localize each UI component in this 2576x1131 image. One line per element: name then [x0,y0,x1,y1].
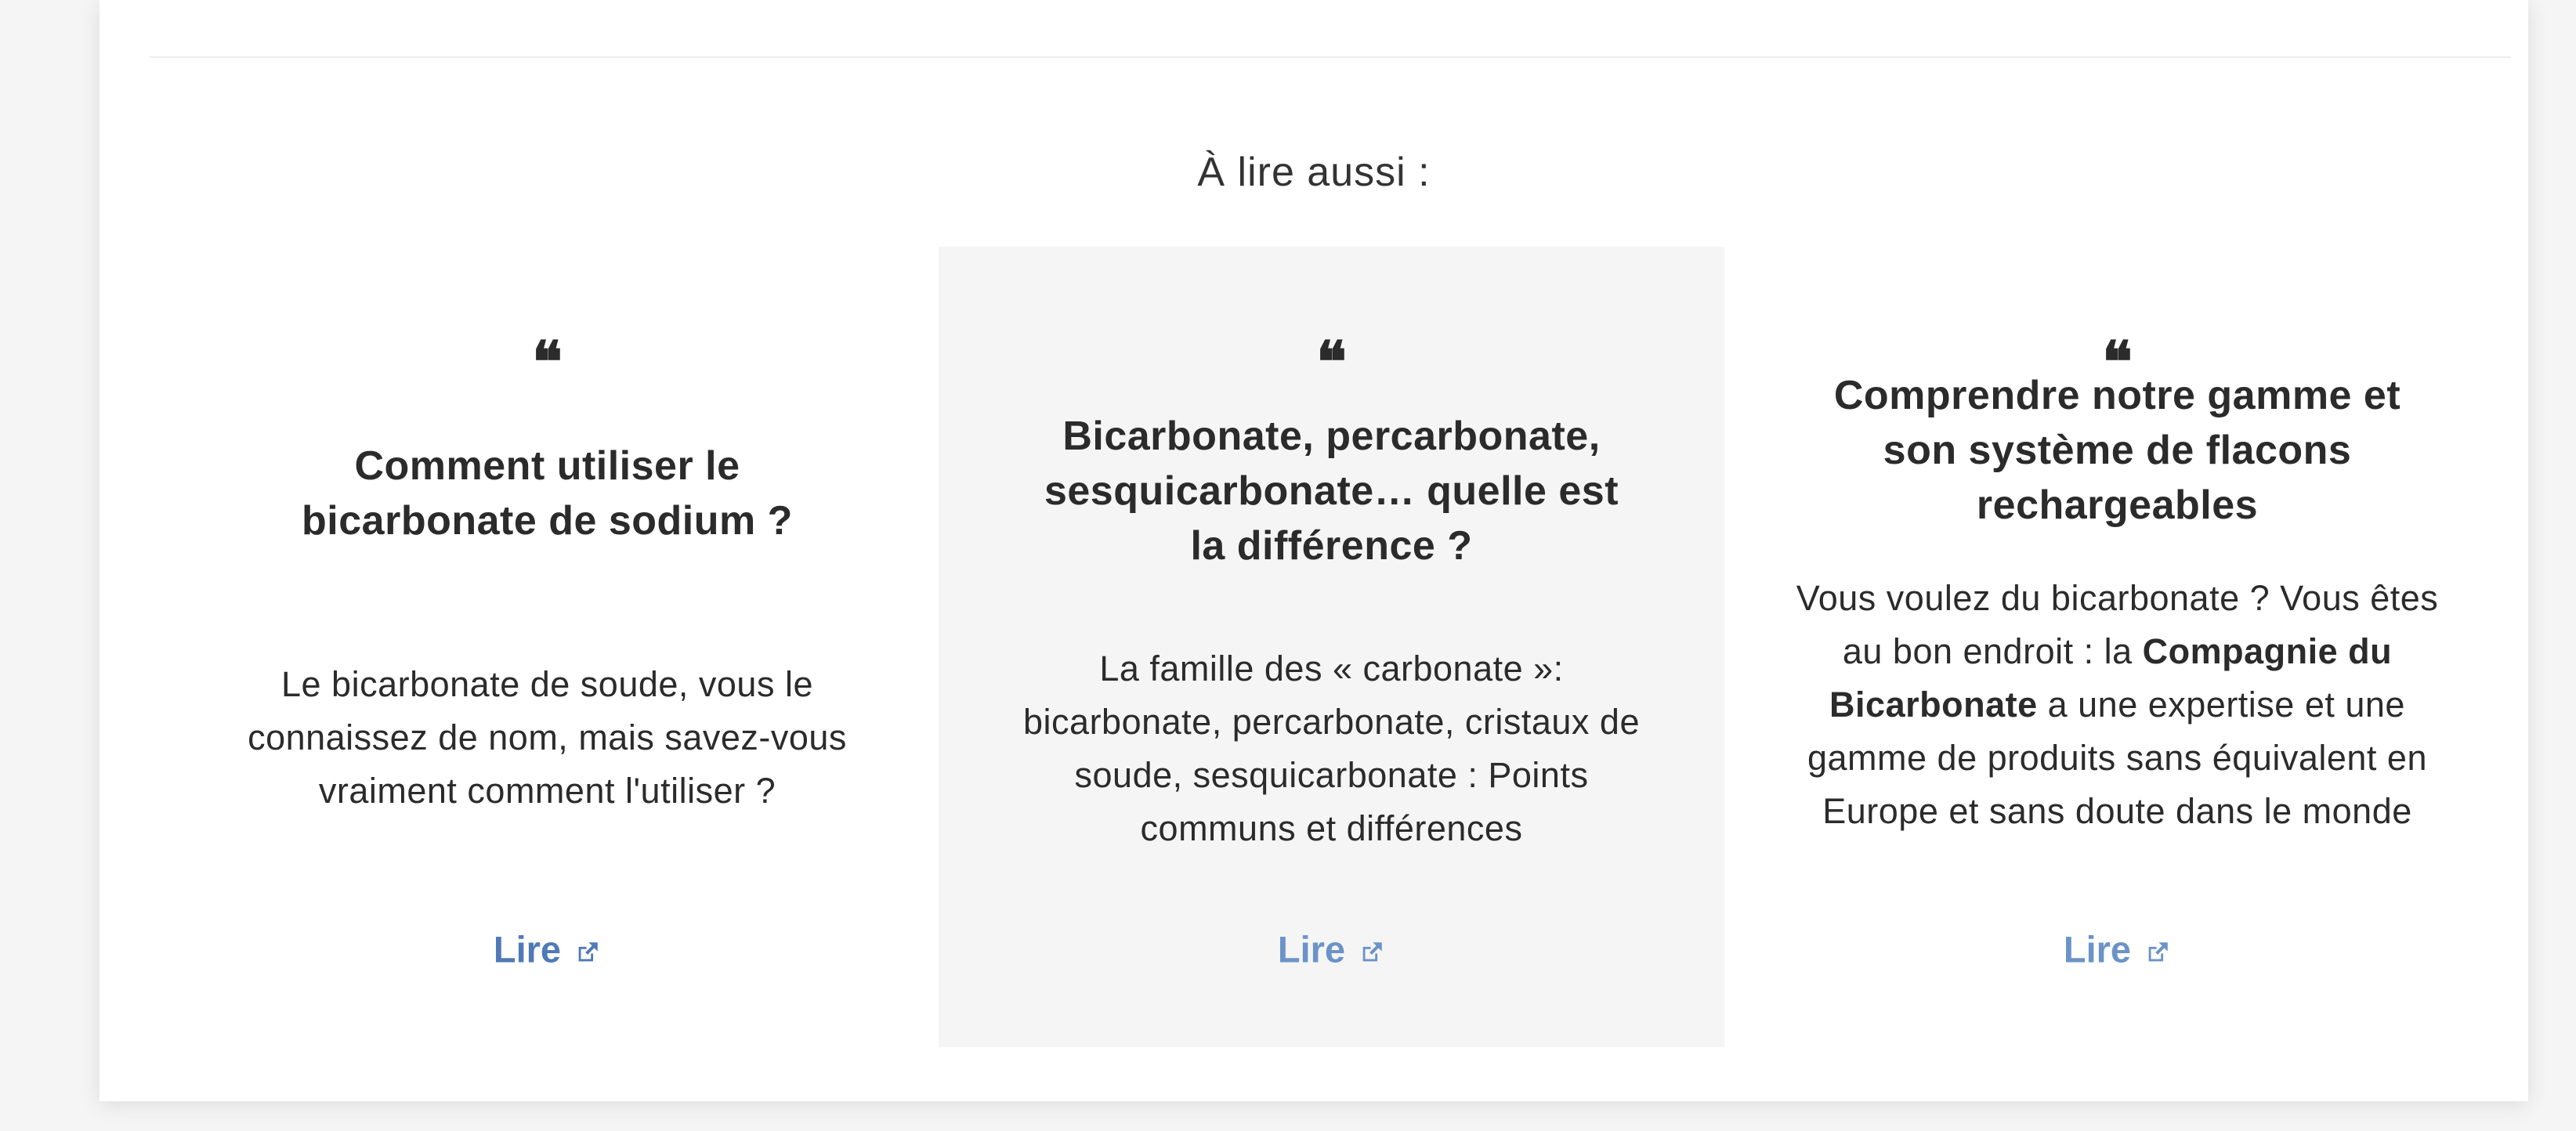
external-link-icon [2148,941,2168,961]
page-card: À lire aussi : ❝ Comment utiliser le bic… [99,0,2528,1101]
read-link-label: Lire [493,928,562,970]
article-description: Le bicarbonate de soude, vous le connais… [248,664,847,811]
article-card-2: ❝ Bicarbonate, percarbonate, sesquicarbo… [939,247,1724,1047]
article-title: Comment utiliser le bicarbonate de sodiu… [302,443,793,544]
read-link[interactable]: Lire [939,925,1724,972]
read-link-label: Lire [2063,928,2132,970]
article-card-3: ❝ Comprendre notre gamme et son système … [1724,247,2510,1047]
section-title: À lire aussi : [1197,150,1431,195]
quote-icon: ❝ [1316,337,1347,373]
divider [150,56,2511,58]
read-link[interactable]: Lire [154,925,940,972]
article-description: La famille des « carbonate »: bicarbonat… [1023,649,1640,848]
read-link-label: Lire [1277,928,1346,970]
article-card-1: ❝ Comment utiliser le bicarbonate de sod… [154,247,940,1047]
article-title: Bicarbonate, percarbonate, sesquicarbona… [1044,414,1619,569]
quote-icon: ❝ [532,337,563,373]
external-link-icon [1362,941,1382,961]
external-link-icon [578,941,598,961]
article-description: Vous voulez du bicarbonate ? Vous êtes a… [1771,572,2463,838]
read-link[interactable]: Lire [1724,925,2510,972]
related-articles: ❝ Comment utiliser le bicarbonate de sod… [99,247,2528,1047]
article-title: Comprendre notre gamme et son système de… [1833,373,2401,528]
